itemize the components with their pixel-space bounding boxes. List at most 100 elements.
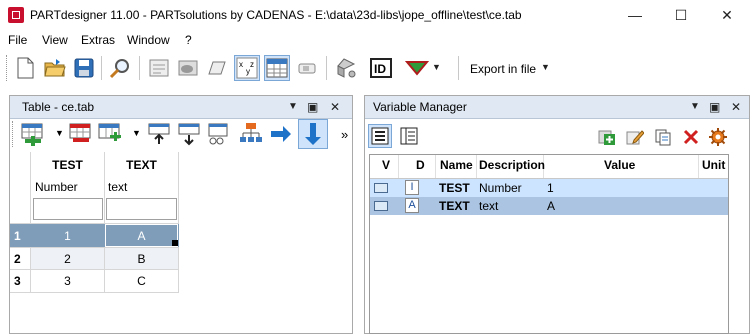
row-number[interactable]: 2: [10, 248, 30, 269]
integer-type-icon: I: [405, 180, 419, 195]
row-number[interactable]: 3: [10, 270, 30, 292]
open-folder-button[interactable]: [42, 55, 68, 81]
delete-row-button[interactable]: [68, 121, 94, 147]
table-link-button[interactable]: [206, 121, 232, 147]
gear-icon: [709, 128, 727, 146]
down-arrow-icon: [305, 123, 321, 145]
go-right-button[interactable]: [268, 121, 294, 147]
move-row-down-button[interactable]: [177, 121, 203, 147]
column-type-test: Number: [35, 180, 78, 194]
column-header-test[interactable]: TEST: [31, 156, 104, 174]
minimize-button[interactable]: —: [612, 0, 658, 30]
vm-panel-close-icon[interactable]: ✕: [731, 100, 741, 114]
variable-description[interactable]: Number: [479, 181, 522, 195]
shape-icon: [208, 61, 226, 75]
filter-input-test[interactable]: [33, 198, 103, 220]
vm-header-value[interactable]: Value: [604, 158, 635, 172]
open-folder-icon: [44, 59, 66, 77]
new-file-button[interactable]: [12, 55, 38, 81]
vm-header-name[interactable]: Name: [440, 158, 473, 172]
svg-text:z: z: [250, 60, 254, 69]
go-down-button[interactable]: [298, 119, 328, 149]
delete-row-icon: [69, 123, 91, 142]
close-window-button[interactable]: ✕: [704, 0, 750, 30]
maximize-button[interactable]: ☐: [658, 0, 704, 30]
row-number[interactable]: 1: [10, 224, 30, 247]
delete-variable-button[interactable]: [680, 126, 702, 148]
active-cell-outline: [105, 224, 178, 247]
table-panel-float-icon[interactable]: ▣: [307, 100, 318, 114]
sheet-button[interactable]: [146, 55, 172, 81]
table-panel-menu-icon[interactable]: ▼: [288, 101, 298, 112]
insert-column-button[interactable]: [97, 121, 123, 147]
fill-handle[interactable]: [172, 240, 178, 246]
insert-row-icon: [21, 123, 43, 146]
table-cell[interactable]: 2: [31, 248, 104, 269]
column-header-text[interactable]: TEXT: [105, 156, 178, 174]
add-variable-button[interactable]: [596, 126, 618, 148]
copy-variable-button[interactable]: [652, 126, 674, 148]
xyz-button[interactable]: xyz: [234, 55, 260, 81]
hierarchy-button[interactable]: [238, 121, 264, 147]
assembly-icon: [337, 58, 356, 78]
table-view-icon: [266, 58, 288, 78]
insert-row-dropdown-icon[interactable]: ▼: [55, 128, 64, 138]
vm-panel-float-icon[interactable]: ▣: [709, 100, 720, 114]
assembly-button[interactable]: [334, 55, 360, 81]
toolbar-separator: [326, 56, 327, 80]
table-cell[interactable]: B: [105, 248, 178, 269]
table-link-icon: [208, 123, 228, 145]
dropdown-filter-button[interactable]: [404, 55, 430, 81]
vm-panel-menu-icon[interactable]: ▼: [690, 101, 700, 112]
view-3d-button[interactable]: [175, 55, 201, 81]
edit-variable-button[interactable]: [624, 126, 646, 148]
vm-header-unit[interactable]: Unit: [702, 158, 725, 172]
settings-button[interactable]: [707, 126, 729, 148]
table-toolbar-overflow-icon[interactable]: »: [341, 127, 348, 142]
variable-name[interactable]: TEXT: [439, 199, 470, 213]
toolbar-separator: [101, 56, 102, 80]
vm-header-v[interactable]: V: [382, 158, 390, 172]
detail-view-icon: [400, 127, 418, 145]
insert-row-button[interactable]: [20, 121, 46, 147]
table-view-button[interactable]: [264, 55, 290, 81]
insert-column-dropdown-icon[interactable]: ▼: [132, 128, 141, 138]
id-icon: ID: [370, 58, 392, 78]
component-icon: [298, 63, 316, 74]
toolbar-grip: [6, 55, 10, 81]
export-in-file-button[interactable]: Export in file: [470, 62, 536, 76]
variable-visible-icon[interactable]: [374, 201, 388, 211]
component-button[interactable]: [294, 55, 320, 81]
detail-view-button[interactable]: [397, 124, 421, 148]
list-view-button[interactable]: [368, 124, 392, 148]
move-row-up-button[interactable]: [147, 121, 173, 147]
variable-value[interactable]: A: [547, 199, 555, 213]
menu-extras[interactable]: Extras: [81, 33, 115, 47]
table-cell[interactable]: 3: [31, 270, 104, 292]
vm-header-d[interactable]: D: [416, 158, 425, 172]
search-button[interactable]: [107, 55, 133, 81]
table-panel-close-icon[interactable]: ✕: [330, 100, 340, 114]
vm-col-divider: [698, 155, 699, 178]
filter-dropdown-arrow-icon[interactable]: ▼: [432, 62, 441, 72]
save-button[interactable]: [71, 55, 97, 81]
minimize-icon: —: [628, 7, 642, 23]
move-up-icon: [148, 123, 170, 144]
table-cell[interactable]: C: [105, 270, 178, 292]
variable-name[interactable]: TEST: [439, 181, 470, 195]
table-toolbar-grip: [12, 121, 16, 147]
vm-header-description[interactable]: Description: [479, 158, 545, 172]
export-dropdown-icon[interactable]: ▼: [541, 62, 550, 72]
id-button[interactable]: ID: [368, 55, 394, 81]
filter-input-text[interactable]: [106, 198, 177, 220]
shape-button[interactable]: [204, 55, 230, 81]
variable-visible-icon[interactable]: [374, 183, 388, 193]
menu-view[interactable]: View: [42, 33, 68, 47]
menu-help[interactable]: ?: [185, 33, 192, 47]
variable-value[interactable]: 1: [547, 181, 554, 195]
variable-description[interactable]: text: [479, 199, 498, 213]
menu-window[interactable]: Window: [127, 33, 170, 47]
table-cell[interactable]: 1: [31, 224, 104, 247]
menu-file[interactable]: File: [8, 33, 27, 47]
magnifier-icon: [109, 59, 129, 79]
